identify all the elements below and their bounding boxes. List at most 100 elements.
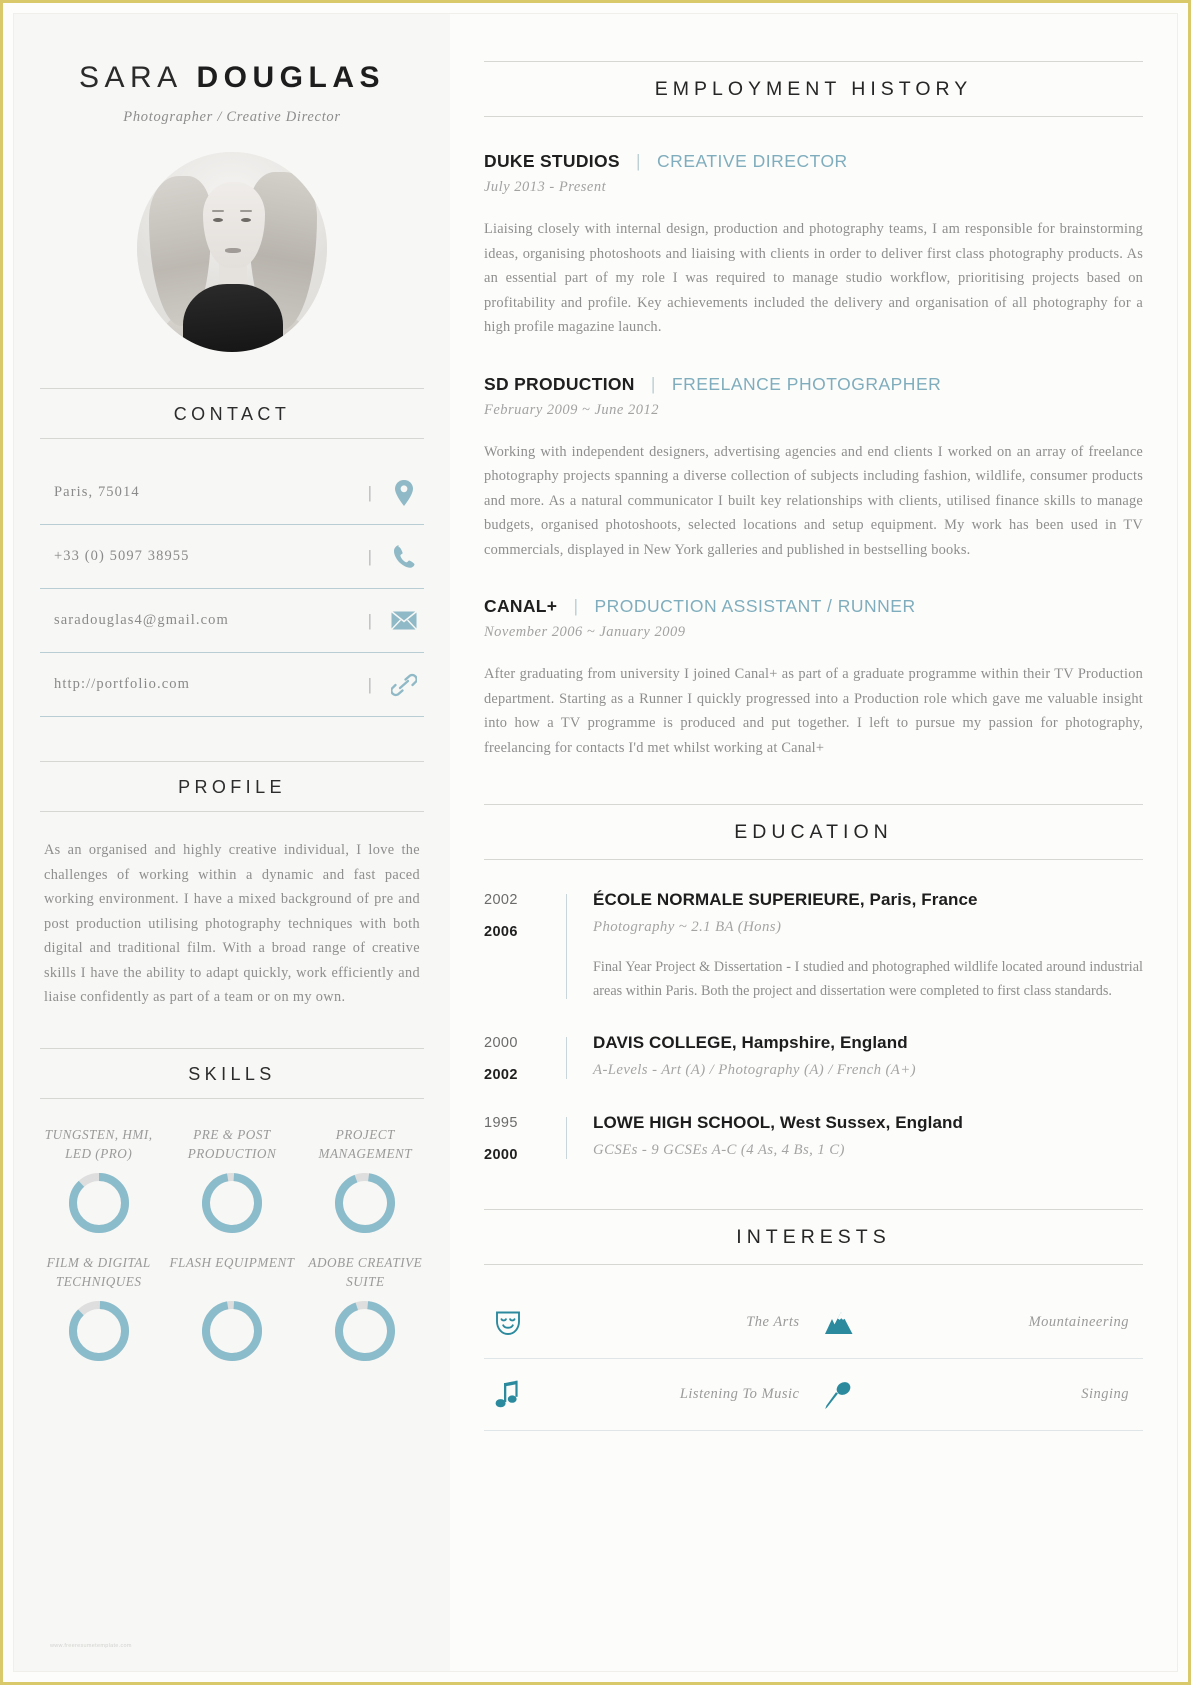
education-location: , Paris, France — [859, 890, 978, 909]
contact-row-email[interactable]: saradouglas4@gmail.com | — [40, 589, 424, 653]
skill-item: TUNGSTEN, HMI, LED (PRO) — [32, 1125, 165, 1235]
portrait-photo — [137, 152, 327, 352]
employment-heading: EMPLOYMENT HISTORY — [484, 61, 1143, 117]
mountain-icon — [824, 1310, 870, 1336]
job-entry: CANAL+ | PRODUCTION ASSISTANT / RUNNER N… — [484, 596, 1143, 760]
skills-grid: TUNGSTEN, HMI, LED (PRO) PRE & POST PROD… — [32, 1125, 432, 1363]
envelope-icon — [390, 611, 424, 630]
music-notes-icon — [494, 1380, 540, 1410]
phone-icon — [390, 544, 424, 569]
theatre-mask-icon — [494, 1309, 540, 1337]
job-title-line: CANAL+ | PRODUCTION ASSISTANT / RUNNER — [484, 596, 1143, 617]
job-separator: | — [650, 373, 656, 394]
education-school: DAVIS COLLEGE — [593, 1033, 732, 1052]
contact-separator: | — [367, 546, 372, 566]
interest-item-listening-to-music: Listening To Music — [484, 1359, 814, 1431]
education-divider — [566, 1117, 567, 1159]
interest-label: The Arts — [746, 1314, 800, 1330]
skill-label: FILM & DIGITAL TECHNIQUES — [46, 1254, 151, 1289]
skill-donut-chart — [68, 1300, 129, 1361]
education-year-start: 2002 — [484, 892, 518, 908]
name-block: SARA DOUGLAS Photographer / Creative Dir… — [14, 14, 450, 126]
employment-list: DUKE STUDIOS | CREATIVE DIRECTOR July 20… — [484, 151, 1143, 760]
contact-list: Paris, 75014 | +33 (0) 5097 38955 | sara… — [40, 461, 424, 717]
contact-heading: CONTACT — [40, 388, 424, 439]
education-school: LOWE HIGH SCHOOL — [593, 1113, 771, 1132]
skill-label: FLASH EQUIPMENT — [169, 1254, 295, 1270]
interests-grid: The Arts Mountaineering Listening To Mus… — [484, 1287, 1143, 1431]
skill-label: TUNGSTEN, HMI, LED (PRO) — [44, 1126, 153, 1161]
education-year-start: 1995 — [484, 1115, 518, 1131]
education-location: , Hampshire, England — [731, 1033, 908, 1052]
job-entry: DUKE STUDIOS | CREATIVE DIRECTOR July 20… — [484, 151, 1143, 340]
skill-item: FLASH EQUIPMENT — [165, 1253, 298, 1363]
education-school-line: DAVIS COLLEGE, Hampshire, England — [593, 1033, 1143, 1053]
contact-website-text: http://portfolio.com — [54, 676, 190, 692]
education-years: 2000 2002 — [484, 1033, 566, 1083]
interest-label: Singing — [1081, 1386, 1129, 1402]
job-title-line: DUKE STUDIOS | CREATIVE DIRECTOR — [484, 151, 1143, 172]
education-years: 1995 2000 — [484, 1113, 566, 1163]
job-company: DUKE STUDIOS — [484, 151, 620, 171]
education-years: 2002 2006 — [484, 890, 566, 1003]
first-name: SARA — [78, 61, 183, 94]
contact-row-website[interactable]: http://portfolio.com | — [40, 653, 424, 717]
last-name: DOUGLAS — [196, 61, 386, 94]
education-list: 2002 2006 ÉCOLE NORMALE SUPERIEURE, Pari… — [484, 890, 1143, 1163]
profile-body: As an organised and highly creative indi… — [44, 842, 420, 1005]
interest-item-mountaineering: Mountaineering — [813, 1287, 1143, 1359]
skill-donut-chart — [201, 1172, 262, 1233]
avatar — [137, 152, 327, 352]
interest-label: Listening To Music — [679, 1386, 800, 1402]
job-separator: | — [573, 596, 579, 616]
job-separator: | — [636, 151, 641, 171]
education-year-end: 2002 — [484, 1067, 518, 1083]
job-role: CREATIVE DIRECTOR — [657, 151, 848, 171]
skills-heading: SKILLS — [40, 1047, 424, 1099]
education-year-end: 2006 — [484, 924, 518, 940]
page-title: SARA DOUGLAS — [44, 61, 420, 95]
skill-donut-chart — [335, 1172, 396, 1233]
education-qualification: A-Levels - Art (A) / Photography (A) / F… — [593, 1062, 916, 1078]
contact-row-phone[interactable]: +33 (0) 5097 38955 | — [40, 525, 424, 589]
job-title-line: SD PRODUCTION | FREELANCE PHOTOGRAPHER — [484, 374, 1143, 395]
education-qualification: Photography ~ 2.1 BA (Hons) — [593, 919, 782, 935]
job-subtitle: Photographer / Creative Director — [123, 109, 341, 125]
skill-donut-chart — [201, 1300, 262, 1361]
education-heading: EDUCATION — [484, 804, 1143, 860]
job-role: PRODUCTION ASSISTANT / RUNNER — [594, 596, 916, 616]
job-role: FREELANCE PHOTOGRAPHER — [671, 373, 942, 394]
education-year-end: 2000 — [484, 1147, 518, 1163]
location-pin-icon — [390, 479, 424, 506]
skill-item: PROJECT MANAGEMENT — [299, 1125, 432, 1235]
education-entry: 2000 2002 DAVIS COLLEGE, Hampshire, Engl… — [484, 1033, 1143, 1083]
watermark: www.freeresumetemplate.com — [50, 1643, 132, 1649]
job-dates: November 2006 ~ January 2009 — [484, 624, 686, 640]
skill-item: PRE & POST PRODUCTION — [165, 1125, 298, 1235]
profile-heading: PROFILE — [40, 761, 424, 812]
job-dates: February 2009 ~ June 2012 — [484, 401, 659, 418]
education-location: , West Sussex, England — [770, 1113, 963, 1132]
skill-item: FILM & DIGITAL TECHNIQUES — [32, 1253, 165, 1363]
skill-label: ADOBE CREATIVE SUITE — [308, 1254, 423, 1289]
skill-donut-chart — [335, 1300, 396, 1361]
education-school-line: ÉCOLE NORMALE SUPERIEURE, Paris, France — [593, 890, 1143, 910]
job-description: Working with independent designers, adve… — [484, 443, 1143, 558]
contact-separator: | — [367, 610, 372, 630]
interest-label: Mountaineering — [1028, 1314, 1129, 1330]
job-entry: SD PRODUCTION | FREELANCE PHOTOGRAPHER F… — [484, 374, 1143, 563]
education-entry: 2002 2006 ÉCOLE NORMALE SUPERIEURE, Pari… — [484, 890, 1143, 1003]
left-sidebar: SARA DOUGLAS Photographer / Creative Dir… — [14, 14, 450, 1671]
education-note: Final Year Project & Dissertation - I st… — [593, 959, 1143, 999]
job-company: CANAL+ — [484, 596, 558, 616]
resume-page: SARA DOUGLAS Photographer / Creative Dir… — [0, 0, 1191, 1685]
link-icon — [390, 673, 424, 697]
contact-separator: | — [367, 674, 372, 694]
skill-label: PROJECT MANAGEMENT — [318, 1126, 413, 1161]
skill-item: ADOBE CREATIVE SUITE — [299, 1253, 432, 1363]
education-divider — [566, 1037, 567, 1079]
education-school: ÉCOLE NORMALE SUPERIEURE — [593, 890, 860, 909]
resume-sheet: SARA DOUGLAS Photographer / Creative Dir… — [14, 14, 1177, 1671]
education-qualification: GCSEs - 9 GCSEs A-C (4 As, 4 Bs, 1 C) — [593, 1142, 845, 1158]
contact-row-location[interactable]: Paris, 75014 | — [40, 461, 424, 525]
